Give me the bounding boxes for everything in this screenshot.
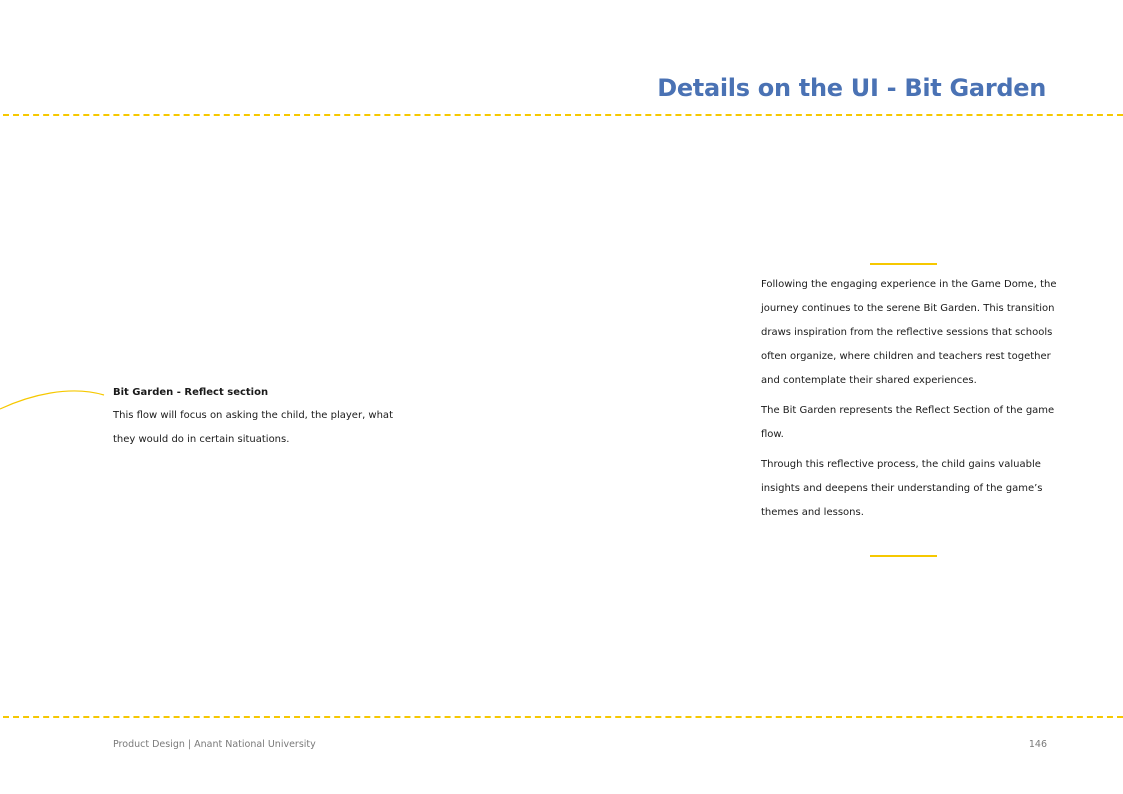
description-paragraph: Following the engaging experience in the… [761,279,1057,386]
accent-bar-top [870,263,937,265]
page-title: Details on the UI - Bit Garden [657,74,1046,102]
curve-connector-line [0,390,105,410]
page-number: 146 [1028,739,1047,750]
footer-credit: Product Design | Anant National Universi… [113,739,316,750]
description-paragraph: The Bit Garden represents the Reflect Se… [761,405,1055,440]
top-dashed-divider [3,114,1123,116]
left-note: Bit Garden - Reflect section This flow w… [113,385,413,452]
bottom-dashed-divider [3,716,1123,718]
left-note-heading: Bit Garden - Reflect section [113,387,269,398]
left-note-body: This flow will focus on asking the child… [113,410,393,445]
right-description: Following the engaging experience in the… [761,273,1061,531]
accent-bar-bottom [870,555,937,557]
description-paragraph: Through this reflective process, the chi… [761,459,1043,518]
